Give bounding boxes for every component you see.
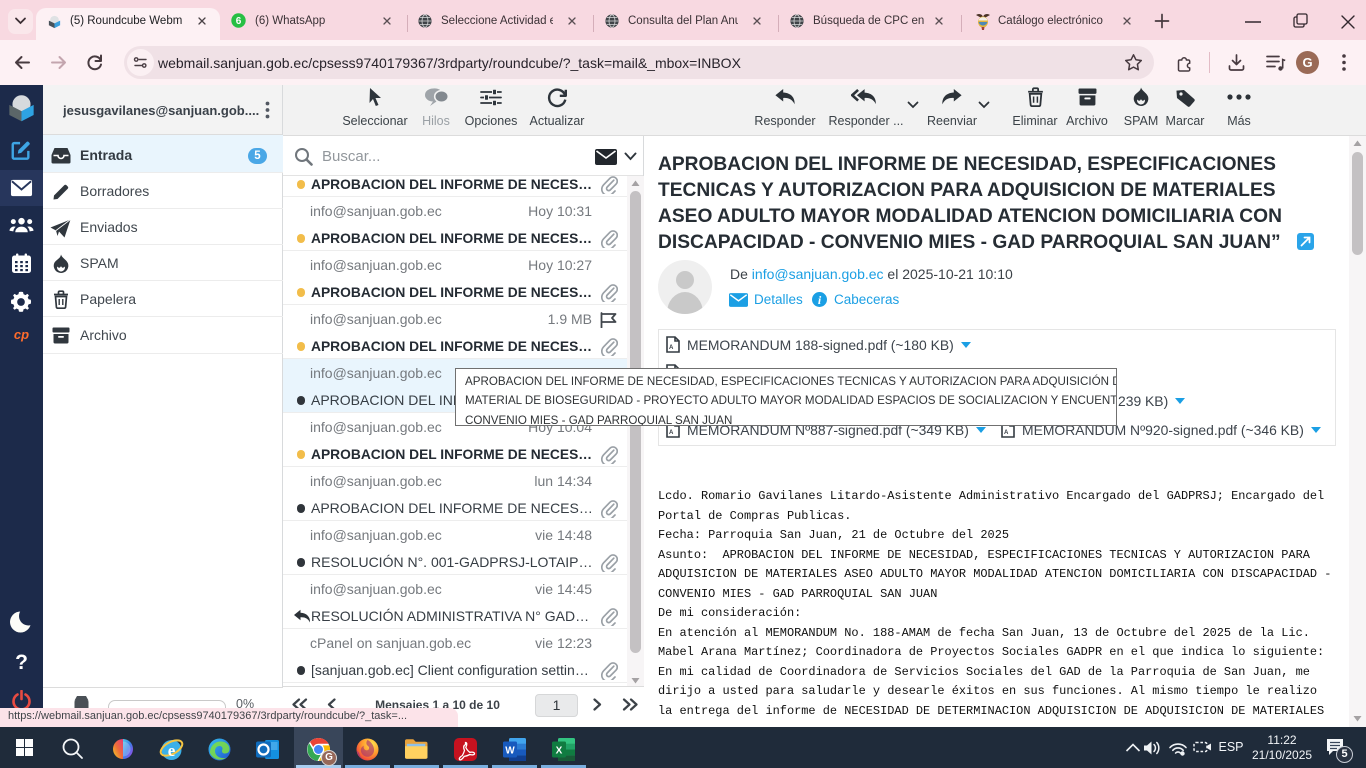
svg-text:X: X xyxy=(556,746,563,757)
svg-text:A: A xyxy=(669,430,674,436)
svg-text:A: A xyxy=(1004,430,1009,436)
svg-text:A: A xyxy=(669,345,674,351)
svg-text:e: e xyxy=(168,741,176,760)
svg-text:6: 6 xyxy=(236,16,242,27)
svg-text:W: W xyxy=(505,746,515,757)
